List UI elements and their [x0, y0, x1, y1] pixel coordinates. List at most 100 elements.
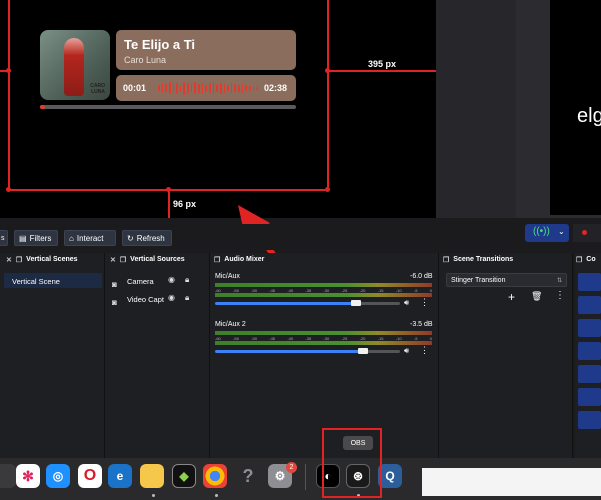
waveform-bar	[168, 82, 171, 94]
waveform-bar	[190, 84, 193, 92]
partial-app-icon[interactable]	[0, 464, 16, 488]
filters-button[interactable]: ▤ Filters	[14, 230, 58, 246]
song-artist: Caro Luna	[124, 55, 167, 65]
interact-button[interactable]: ⌂ Interact	[64, 230, 116, 246]
vpn-icon[interactable]: ◆	[172, 464, 196, 488]
source-label: Camera	[127, 277, 154, 286]
control-button[interactable]	[578, 342, 601, 360]
control-button[interactable]	[578, 365, 601, 383]
safari-icon[interactable]: ◎	[46, 464, 70, 488]
resize-handle[interactable]	[325, 187, 330, 192]
waveform-bar	[194, 82, 197, 94]
channel-db: -6.0 dB	[410, 273, 433, 280]
waveform-bar	[161, 83, 164, 93]
scene-item-label: Vertical Scene	[12, 277, 60, 286]
album-art-caption: CARO LUNA	[90, 83, 105, 95]
close-icon[interactable]: ✕	[110, 256, 116, 264]
controls-header: ❐ Co	[576, 253, 596, 266]
volume-meter	[215, 283, 432, 287]
progress-fill	[40, 105, 46, 109]
float-icon[interactable]: ❐	[120, 256, 126, 264]
obs-highlight-box	[322, 428, 382, 498]
notes-icon[interactable]	[140, 464, 164, 488]
lock-icon[interactable]: 🔒︎	[185, 275, 189, 285]
distance-line-bottom	[168, 191, 170, 218]
transition-select[interactable]: Stinger Transition ⇅	[446, 273, 567, 287]
float-icon[interactable]: ❐	[443, 256, 449, 264]
distance-label-right: 395 px	[368, 59, 397, 69]
transitions-title: Scene Transitions	[453, 256, 514, 263]
resize-handle[interactable]	[325, 68, 330, 73]
float-icon[interactable]: ❐	[214, 256, 220, 264]
dock-divider	[305, 464, 306, 490]
more-icon[interactable]: ⋮	[420, 345, 429, 356]
resize-handle[interactable]	[166, 187, 171, 192]
sources-dock	[105, 253, 210, 458]
opera-icon[interactable]: O	[78, 464, 102, 488]
float-icon[interactable]: ❐	[576, 256, 582, 264]
studio-mode-button[interactable]: ((•)) ⌄	[525, 224, 569, 242]
waveform-bar	[187, 83, 189, 93]
waveform-bar	[183, 81, 186, 95]
waveform-bar	[179, 84, 182, 92]
source-row-camera[interactable]: ◙	[112, 274, 117, 292]
waveform-bar	[158, 85, 160, 91]
waveform-bar	[208, 83, 211, 93]
add-icon[interactable]: +	[508, 290, 515, 304]
notification-badge: 2	[286, 462, 297, 473]
slack-icon[interactable]: ✻	[16, 464, 40, 488]
channel-name: Mic/Aux	[215, 273, 240, 280]
progress-track	[40, 105, 296, 109]
waveform-bar	[245, 85, 248, 91]
eye-icon[interactable]: ◉	[168, 293, 175, 302]
refresh-label: Refresh	[136, 233, 165, 243]
toolbar-button-partial[interactable]: s	[0, 230, 8, 246]
source-label: Video Capt	[127, 295, 164, 304]
refresh-button[interactable]: ↻ Refresh	[122, 230, 172, 246]
close-icon[interactable]: ✕	[6, 256, 12, 264]
control-button[interactable]	[578, 388, 601, 406]
volume-fader-track[interactable]	[363, 350, 400, 353]
help-icon[interactable]: ?	[236, 464, 260, 488]
resize-handle[interactable]	[6, 187, 11, 192]
mixer-title: Audio Mixer	[224, 256, 265, 263]
mixer-header: ❐ Audio Mixer	[214, 253, 264, 266]
distance-label-bottom: 96 px	[173, 199, 197, 209]
control-button[interactable]	[578, 296, 601, 314]
control-button[interactable]	[578, 411, 601, 429]
speaker-icon[interactable]: 🔊︎	[404, 346, 409, 356]
waveform-bar	[165, 84, 167, 92]
waveform-bar	[176, 82, 178, 94]
sources-header: ✕ ❐ Vertical Sources	[110, 253, 185, 266]
transitions-header: ❐ Scene Transitions	[443, 253, 513, 266]
waveform-bar	[201, 82, 204, 94]
waveform-bar	[252, 86, 255, 90]
waveform-bar	[230, 83, 233, 93]
volume-fader-track[interactable]	[356, 302, 400, 305]
control-button[interactable]	[578, 319, 601, 337]
chrome-icon[interactable]	[203, 464, 227, 488]
eye-icon[interactable]: ◉	[168, 275, 175, 284]
record-button[interactable]	[573, 224, 601, 242]
interact-icon: ⌂	[69, 233, 74, 243]
control-button[interactable]	[578, 273, 601, 291]
channel-name: Mic/Aux 2	[215, 321, 246, 328]
secondary-preview-text: elg	[577, 105, 601, 127]
resize-handle[interactable]	[6, 68, 11, 73]
more-icon[interactable]: ⋮	[420, 297, 429, 308]
more-icon[interactable]: ⋮	[555, 290, 565, 301]
camera-icon: ◙	[112, 280, 117, 289]
album-art-figure	[64, 38, 84, 96]
broadcast-icon: ((•))	[533, 226, 550, 237]
lock-icon[interactable]: 🔒︎	[185, 293, 189, 303]
volume-meter	[215, 293, 432, 297]
waveform-bar	[256, 86, 258, 90]
trash-icon[interactable]: 🗑︎	[531, 291, 542, 302]
filters-icon: ▤	[19, 233, 27, 243]
volume-fader-handle[interactable]	[351, 300, 361, 306]
float-icon[interactable]: ❐	[16, 256, 22, 264]
volume-fader-handle[interactable]	[358, 348, 368, 354]
edge-icon[interactable]: e	[108, 464, 132, 488]
source-row-video[interactable]: ◙	[112, 292, 117, 310]
speaker-icon[interactable]: 🔊︎	[404, 298, 409, 308]
